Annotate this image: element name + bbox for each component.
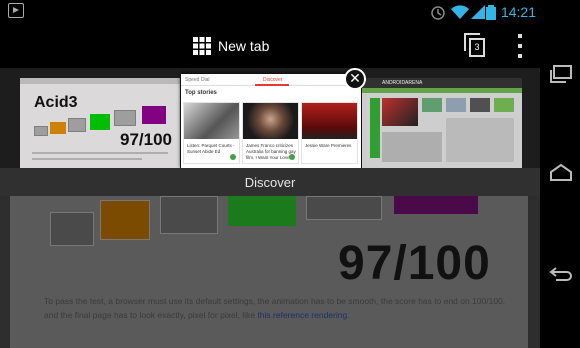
- acid3-description: To pass the test, a browser must use its…: [44, 294, 514, 322]
- text-line: [32, 158, 142, 160]
- menu-dot-icon: [518, 34, 522, 38]
- tab-switcher: Acid3 97/100 Speed Dial Discover Top sto…: [0, 68, 540, 196]
- wifi-icon: [451, 5, 469, 19]
- sidebar-block: [370, 98, 380, 158]
- action-bar: New tab 3: [0, 24, 540, 68]
- section-heading: Top stories: [185, 90, 217, 96]
- home-icon[interactable]: [548, 160, 574, 186]
- article-image: [494, 98, 514, 112]
- signal-icon: [471, 5, 485, 19]
- active-tab-indicator: [255, 84, 289, 86]
- site-logo: ANDROIDARENA: [382, 80, 423, 86]
- acid3-score: 97/100: [338, 237, 491, 290]
- status-bar: 14:21: [0, 0, 580, 24]
- orange-square: [50, 122, 66, 134]
- close-icon: ✕: [349, 70, 361, 86]
- tab-title-bar: Discover: [0, 168, 540, 196]
- news-image: [302, 103, 357, 139]
- gray-square: [160, 196, 218, 234]
- clock-time: 14:21: [500, 4, 536, 20]
- tab-speed-dial[interactable]: Speed Dial: [185, 77, 209, 83]
- tab-thumbnail-acid3[interactable]: Acid3 97/100: [20, 78, 180, 168]
- purple-square: [142, 106, 166, 124]
- news-caption: Listen: Parquet Courts - Sunset Abide Ed: [187, 143, 235, 154]
- description-period: .: [347, 310, 350, 320]
- text-block: [382, 132, 442, 162]
- gray-square: [306, 196, 382, 220]
- orange-square: [100, 200, 150, 240]
- source-icon: [230, 154, 236, 160]
- tab-count: 3: [469, 38, 485, 57]
- source-icon: [289, 154, 295, 160]
- green-square: [90, 114, 110, 130]
- discover-tab-bar: Speed Dial Discover: [181, 74, 361, 86]
- overflow-menu-button[interactable]: [512, 34, 528, 58]
- system-navigation-bar: [540, 24, 580, 348]
- tabs-count-button[interactable]: 3: [464, 33, 488, 59]
- new-tab-label: New tab: [218, 38, 270, 54]
- article-image: [422, 98, 442, 112]
- news-card[interactable]: Listen: Parquet Courts - Sunset Abide Ed: [183, 102, 240, 164]
- site-header: ANDROIDARENA: [362, 78, 522, 88]
- text-line: [32, 152, 168, 154]
- news-caption: Jessie Ware Premieres: [305, 143, 352, 148]
- news-card[interactable]: Jessie Ware Premieres: [301, 102, 358, 164]
- current-tab-title: Discover: [244, 175, 296, 190]
- acid3-thumb-score: 97/100: [120, 130, 172, 149]
- article-image: [446, 98, 466, 112]
- gray-square: [68, 118, 86, 132]
- back-icon[interactable]: [548, 260, 574, 286]
- acid3-title: Acid3: [34, 94, 78, 111]
- gray-square: [50, 212, 94, 246]
- close-tab-button[interactable]: ✕: [344, 68, 366, 90]
- gray-square: [114, 110, 136, 126]
- text-block: [446, 118, 514, 162]
- green-square: [228, 196, 296, 226]
- tab-thumbnail-androidarena[interactable]: ANDROIDARENA: [362, 78, 522, 168]
- featured-image: [382, 98, 418, 126]
- menu-dot-icon: [518, 44, 522, 48]
- menu-dot-icon: [518, 54, 522, 58]
- article-image: [470, 98, 490, 112]
- new-tab-button[interactable]: New tab: [193, 33, 269, 59]
- site-nav: [362, 88, 522, 93]
- reference-rendering-link[interactable]: this reference rendering: [257, 310, 347, 320]
- background-page-content: 97/100 To pass the test, a browser must …: [10, 196, 528, 348]
- news-image: [243, 103, 298, 139]
- recent-apps-icon[interactable]: [548, 62, 574, 88]
- app-notification-icon: [8, 3, 24, 18]
- tab-discover[interactable]: Discover: [263, 77, 282, 83]
- news-image: [184, 103, 239, 139]
- news-card[interactable]: James Franco criticizes Australia for ba…: [242, 102, 299, 164]
- tab-thumbnail-discover[interactable]: Speed Dial Discover Top stories Listen: …: [181, 74, 361, 168]
- alarm-icon: [431, 6, 445, 20]
- purple-square: [394, 196, 478, 214]
- background-page: 97/100 To pass the test, a browser must …: [0, 196, 540, 348]
- battery-icon: [486, 5, 496, 20]
- gray-square: [34, 126, 48, 136]
- grid-icon: [193, 37, 211, 55]
